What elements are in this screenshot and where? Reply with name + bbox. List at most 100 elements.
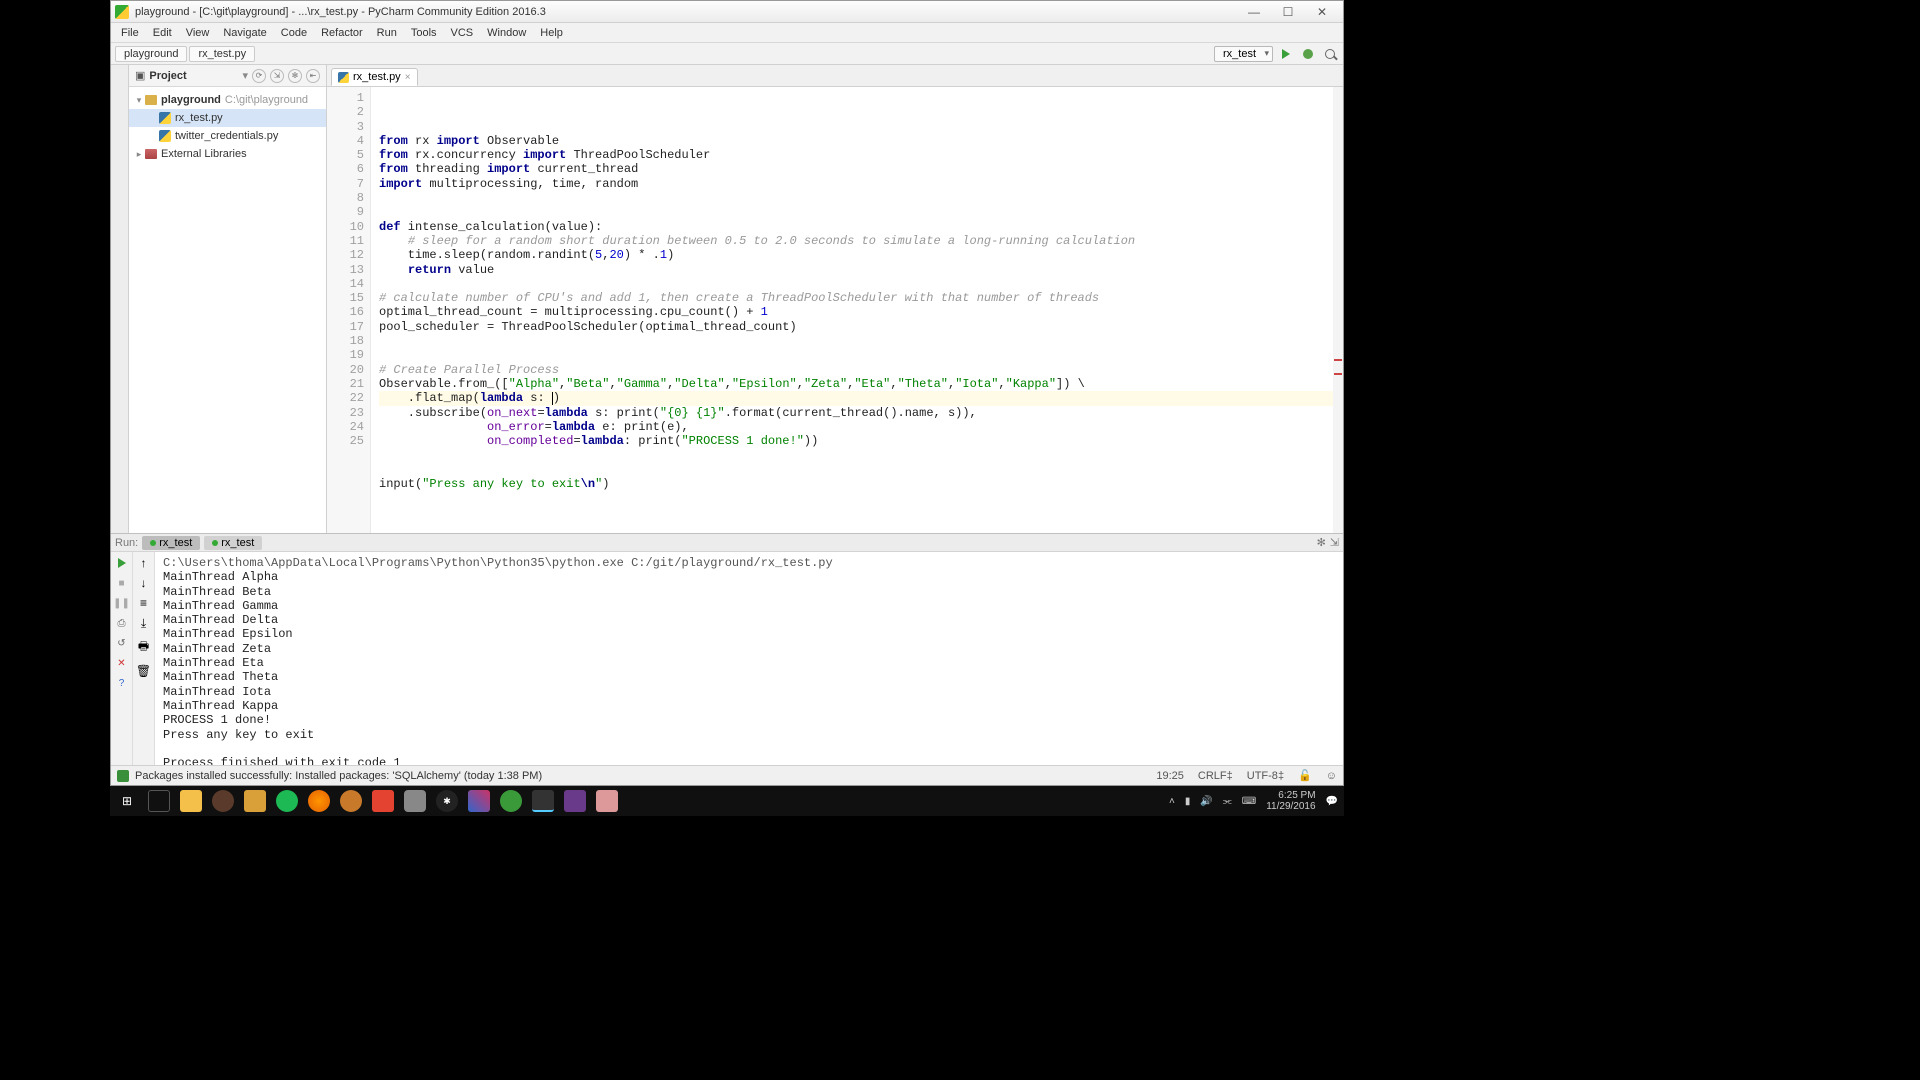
down-stack-icon[interactable]: ↓ [141,576,147,590]
search-everywhere-button[interactable] [1321,45,1339,63]
status-ok-icon [117,770,129,782]
pause-icon[interactable]: ❚❚ [115,596,129,610]
code-editor[interactable]: 1234567891011121314151617181920212223242… [327,87,1343,533]
menu-code[interactable]: Code [275,25,313,41]
settings-icon[interactable]: ✻ [288,69,302,83]
menu-navigate[interactable]: Navigate [217,25,272,41]
editor-tab-rx-test[interactable]: rx_test.py × [331,68,418,86]
firefox-icon[interactable] [308,790,330,812]
line-number-gutter[interactable]: 1234567891011121314151617181920212223242… [327,87,371,533]
app-icon-3[interactable] [340,790,362,812]
readonly-toggle-icon[interactable]: 🔓 [1298,769,1312,782]
status-message: Packages installed successfully: Install… [135,770,542,782]
tree-file-rx-test[interactable]: rx_test.py [129,109,326,127]
debug-button[interactable] [1299,45,1317,63]
scroll-end-icon[interactable]: ⤓ [141,616,146,631]
dump-icon[interactable]: ⎙ [115,616,129,630]
project-panel-header[interactable]: ▣ Project ▾ ⟳ ⇲ ✻ ⇤ [129,65,326,87]
app-icon-6[interactable] [468,790,490,812]
file-encoding[interactable]: UTF-8‡ [1247,770,1284,782]
tree-external-libraries[interactable]: ▸ External Libraries [129,145,326,163]
scroll-from-source-icon[interactable]: ⟳ [252,69,266,83]
run-panel-header[interactable]: Run: rx_test rx_test ✻ ⇲ [111,534,1343,552]
project-view-icon: ▣ [135,69,145,82]
titlebar[interactable]: playground - [C:\git\playground] - ...\r… [111,1,1343,23]
app-icon-1[interactable] [212,790,234,812]
menu-refactor[interactable]: Refactor [315,25,369,41]
cursor-position[interactable]: 19:25 [1156,770,1184,782]
tree-file-twitter-credentials[interactable]: twitter_credentials.py [129,127,326,145]
run-tool-window: Run: rx_test rx_test ✻ ⇲ ■ ❚❚ ⎙ ↺ ✕ ? ↑ … [111,533,1343,765]
menu-file[interactable]: File [115,25,145,41]
close-tab-icon[interactable]: × [405,72,411,83]
close-run-icon[interactable]: ✕ [115,656,129,670]
todoist-icon[interactable] [372,790,394,812]
app-icon-4[interactable] [404,790,426,812]
maximize-button[interactable]: ☐ [1271,2,1305,22]
app-icon-2[interactable] [244,790,266,812]
tree-project-root[interactable]: ▾ playground C:\git\playground [129,91,326,109]
run-button[interactable] [1277,45,1295,63]
windows-taskbar[interactable]: ⊞ ✱ ˄ ▮ 🔊 ⫘ ⌨ 6:25 PM 11/29/2016 💬 [110,786,1344,816]
up-stack-icon[interactable]: ↑ [141,556,147,570]
hide-panel-icon[interactable]: ⇤ [306,69,320,83]
tree-file-label: rx_test.py [175,112,223,124]
project-tree[interactable]: ▾ playground C:\git\playground rx_test.p… [129,87,326,167]
rerun-icon[interactable] [115,556,129,570]
chevron-down-icon[interactable]: ▾ [133,95,145,106]
left-gutter-tabs[interactable] [111,65,129,533]
line-separator[interactable]: CRLF‡ [1198,770,1233,782]
help-icon[interactable]: ? [115,676,129,690]
keyboard-icon[interactable]: ⌨ [1242,796,1256,807]
volume-icon[interactable]: 🔊 [1200,796,1212,807]
console-output[interactable]: C:\Users\thoma\AppData\Local\Programs\Py… [155,552,1343,765]
run-tab-1[interactable]: rx_test [142,536,200,550]
navbar: playground rx_test.py rx_test [111,43,1343,65]
breadcrumb-project[interactable]: playground [115,46,187,62]
menu-tools[interactable]: Tools [405,25,443,41]
network-icon[interactable]: ⫘ [1223,796,1232,807]
code-content[interactable]: from rx import Observablefrom rx.concurr… [371,87,1343,533]
task-view-icon[interactable] [148,790,170,812]
spotify-icon[interactable] [276,790,298,812]
battery-icon[interactable]: ▮ [1185,796,1191,807]
system-clock[interactable]: 6:25 PM 11/29/2016 [1266,790,1315,812]
notifications-icon[interactable]: 💬 [1326,796,1338,807]
run-tab-2[interactable]: rx_test [204,536,262,550]
pycharm-taskbar-icon[interactable] [532,790,554,812]
app-icon-7[interactable] [500,790,522,812]
menu-vcs[interactable]: VCS [445,25,480,41]
restore-layout-icon[interactable]: ↺ [115,636,129,650]
file-explorer-icon[interactable] [180,790,202,812]
editor-tab-label: rx_test.py [353,71,401,83]
status-dot-icon [212,540,218,546]
soft-wrap-icon[interactable]: ≡ [140,596,147,610]
tree-file-label: twitter_credentials.py [175,130,278,142]
breadcrumb-file[interactable]: rx_test.py [189,46,255,62]
view-mode-dropdown-icon[interactable]: ▾ [242,69,248,82]
menu-window[interactable]: Window [481,25,532,41]
app-icon-8[interactable] [564,790,586,812]
error-stripe[interactable] [1333,87,1343,533]
hector-icon[interactable]: ☺ [1326,770,1337,782]
start-button[interactable]: ⊞ [116,790,138,812]
run-settings-icon[interactable]: ✻ [1317,536,1326,549]
app-icon-5[interactable]: ✱ [436,790,458,812]
clear-icon[interactable]: 🗑 [136,664,151,678]
stop-icon[interactable]: ■ [115,576,129,590]
run-config-selector[interactable]: rx_test [1214,46,1273,62]
run-hide-icon[interactable]: ⇲ [1330,536,1339,549]
system-tray[interactable]: ˄ ▮ 🔊 ⫘ ⌨ 6:25 PM 11/29/2016 💬 [1169,790,1338,812]
close-button[interactable]: ✕ [1305,2,1339,22]
main-split: ▣ Project ▾ ⟳ ⇲ ✻ ⇤ ▾ playground C:\git\… [111,65,1343,533]
collapse-all-icon[interactable]: ⇲ [270,69,284,83]
tray-chevron-icon[interactable]: ˄ [1169,796,1175,807]
menu-view[interactable]: View [180,25,216,41]
minimize-button[interactable]: — [1237,2,1271,22]
menu-run[interactable]: Run [371,25,403,41]
menu-edit[interactable]: Edit [147,25,178,41]
print-icon[interactable]: 🖶 [138,637,149,658]
chevron-right-icon[interactable]: ▸ [133,149,145,160]
menu-help[interactable]: Help [534,25,569,41]
app-icon-9[interactable] [596,790,618,812]
